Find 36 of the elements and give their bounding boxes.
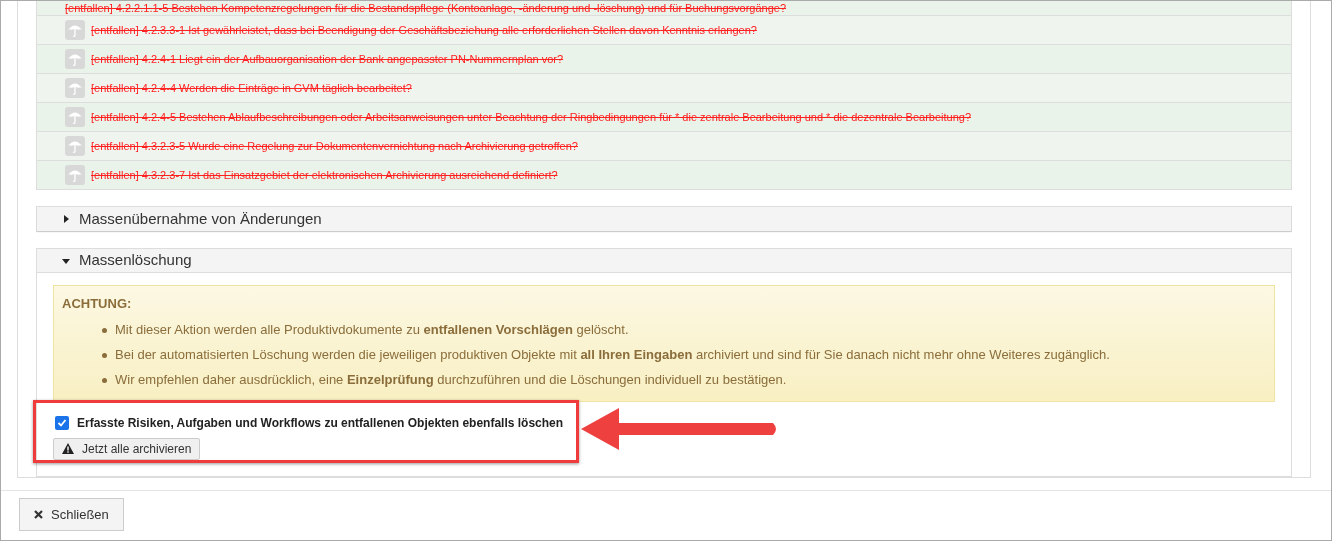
item-text: [entfallen] 4.2.2.1.1-5 Bestehen Kompetenzregelungen für die Bestandspflege (Kontoanlage, -änderung und -löschung) und für Buchungsvorgänge? (65, 1, 786, 15)
close-icon (34, 510, 43, 519)
alert-text: Mit dieser Aktion werden alle Produktivdokumente zu entfallenen Vorschlägen gelöscht. (115, 321, 629, 340)
bullet-icon (102, 352, 107, 358)
list-row[interactable]: [entfallen] 4.3.2.3-7 Ist das Einsatzgebiet der elektronischen Archivierung ausreichend definiert? (37, 161, 1291, 190)
item-text: [entfallen] 4.2.3.3-1 Ist gewährleistet, dass bei Beendigung der Geschäftsbeziehung alle erforderlichen Stellen davon Kenntnis erlangen? (91, 23, 757, 37)
bullet-icon (102, 377, 107, 383)
umbrella-icon (65, 107, 85, 127)
item-text: [entfallen] 4.2.4-4 Werden die Einträge in GVM täglich bearbeitet? (91, 81, 412, 95)
archive-button[interactable]: Jetzt alle archivieren (53, 437, 201, 460)
item-text: [entfallen] 4.3.2.3-5 Wurde eine Regelung zur Dokumentenvernichtung nach Archivierung getroffen? (91, 139, 578, 153)
warning-icon (62, 443, 74, 454)
close-button[interactable]: Schließen (19, 498, 124, 531)
umbrella-icon (65, 49, 85, 69)
umbrella-icon (65, 20, 85, 40)
accordion-header[interactable]: Massenübernahme von Änderungen (37, 207, 1291, 231)
umbrella-icon (65, 136, 85, 156)
umbrella-icon (65, 78, 85, 98)
item-text: [entfallen] 4.3.2.3-7 Ist das Einsatzgebiet der elektronischen Archivierung ausreichend definiert? (91, 168, 558, 182)
list-row[interactable]: [entfallen] 4.3.2.3-5 Wurde eine Regelung zur Dokumentenvernichtung nach Archivierung getroffen? (37, 132, 1291, 161)
checkbox[interactable] (55, 415, 69, 430)
bullet-icon (102, 327, 107, 333)
item-text: [entfallen] 4.2.4-5 Bestehen Ablaufbeschreibungen oder Arbeitsanweisungen unter Beachtung der Ringbedingungen für * die zentrale Bearbeitung und * die dezentrale Bearbeitung? (91, 110, 972, 124)
umbrella-icon (65, 165, 85, 185)
item-text: [entfallen] 4.2.4-1 Liegt ein der Aufbauorganisation der Bank angepasster PN-Nummernplan vor? (91, 52, 564, 66)
caret-right-icon (61, 214, 71, 224)
alert-heading: ACHTUNG: (62, 295, 133, 313)
checkbox-label: Erfasste Risiken, Aufgaben und Workflows zu entfallenen Objekten ebenfalls löschen (77, 414, 564, 432)
accordion-header[interactable]: Massenlöschung (37, 249, 1291, 273)
list-row[interactable]: [entfallen] 4.2.2.1.1-5 Bestehen Kompetenzregelungen für die Bestandspflege (Kontoanlage, -änderung und -löschung) und für Buchungsvorgänge? (37, 1, 1291, 16)
alert-text: Bei der automatisierten Löschung werden die jeweiligen produktiven Objekte mit all Ihren Eingaben archiviert und sind für Sie danach nicht mehr ohne Weiteres zugänglich. (115, 346, 1110, 365)
list-row[interactable]: [entfallen] 4.2.3.3-1 Ist gewährleistet, dass bei Beendigung der Geschäftsbeziehung alle erforderlichen Stellen davon Kenntnis erlangen? (37, 16, 1291, 45)
alert-text: Wir empfehlen daher ausdrücklich, eine Einzelprüfung durchzuführen und die Löschungen individuell zu bestätigen. (115, 371, 787, 390)
list-row[interactable]: [entfallen] 4.2.4-1 Liegt ein der Aufbauorganisation der Bank angepasster PN-Nummernplan vor? (37, 45, 1291, 74)
list-row[interactable]: [entfallen] 4.2.4-5 Bestehen Ablaufbeschreibungen oder Arbeitsanweisungen unter Beachtung der Ringbedingungen für * die zentrale Bearbeitung und * die dezentrale Bearbeitung? (37, 103, 1291, 132)
list-row[interactable]: [entfallen] 4.2.4-4 Werden die Einträge in GVM täglich bearbeitet? (37, 74, 1291, 103)
